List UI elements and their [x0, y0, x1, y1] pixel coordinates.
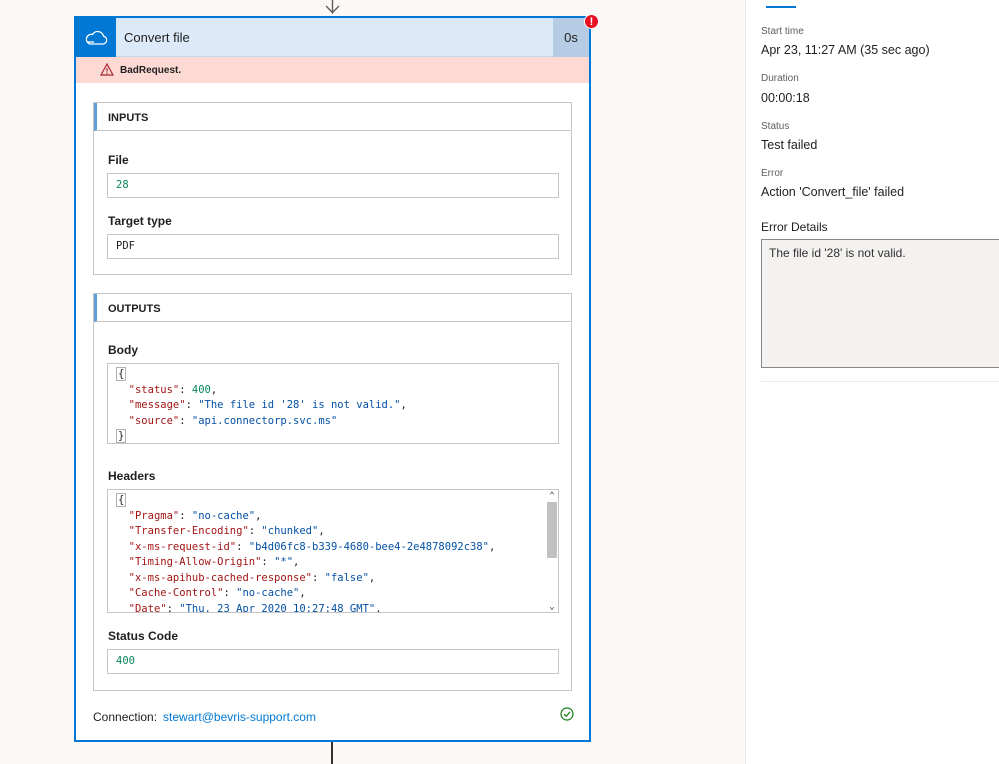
file-value: 28	[107, 173, 559, 198]
card-title: Convert file	[124, 30, 190, 45]
status-value: Test failed	[761, 138, 818, 152]
duration-value: 00:00:18	[761, 91, 810, 105]
scroll-down-icon[interactable]: ⌄	[546, 601, 558, 612]
panel-divider	[761, 381, 999, 382]
headers-label: Headers	[108, 469, 156, 483]
error-banner: BadRequest.	[76, 57, 589, 83]
panel-tab-indicator[interactable]	[766, 6, 796, 8]
outputs-section: OUTPUTS Body { "status": 400, "message":…	[93, 293, 572, 691]
error-details-label: Error Details	[761, 220, 828, 234]
headers-scrollbar[interactable]: ⌃ ⌄	[546, 490, 558, 612]
error-message: BadRequest.	[120, 65, 182, 76]
status-label: Status	[761, 121, 790, 132]
connection-account-link[interactable]: stewart@bevris-support.com	[163, 710, 316, 724]
body-json: { "status": 400, "message": "The file id…	[107, 363, 559, 444]
outputs-heading: OUTPUTS	[94, 294, 571, 322]
error-label: Error	[761, 168, 784, 179]
flow-connector-top	[325, 0, 340, 14]
connection-info: Connection: stewart@bevris-support.com	[93, 710, 316, 724]
arrow-down-icon	[325, 0, 340, 14]
status-code-label: Status Code	[108, 629, 179, 643]
target-type-label: Target type	[108, 214, 172, 228]
body-label: Body	[108, 343, 138, 357]
connection-label: Connection:	[93, 710, 158, 724]
action-card[interactable]: Convert file 0s ! BadRequest. INPUTS Fil…	[74, 14, 599, 742]
card-header[interactable]: Convert file 0s	[76, 18, 589, 57]
run-details-panel: Start time Apr 23, 11:27 AM (35 sec ago)…	[745, 0, 999, 764]
scrollbar-thumb[interactable]	[547, 502, 557, 558]
inputs-heading: INPUTS	[94, 103, 571, 131]
scroll-up-icon[interactable]: ⌃	[546, 490, 558, 502]
inputs-section: INPUTS File 28 Target type PDF	[93, 102, 572, 275]
start-time-value: Apr 23, 11:27 AM (35 sec ago)	[761, 43, 930, 57]
error-value: Action 'Convert_file' failed	[761, 185, 905, 199]
warning-triangle-icon	[100, 63, 114, 76]
file-label: File	[108, 153, 129, 167]
headers-json[interactable]: { "Pragma": "no-cache", "Transfer-Encodi…	[107, 489, 559, 613]
error-badge-icon: !	[584, 14, 599, 29]
start-time-label: Start time	[761, 26, 804, 37]
check-circle-icon	[560, 707, 574, 721]
onedrive-cloud-icon	[76, 18, 116, 57]
target-type-value: PDF	[107, 234, 559, 259]
duration-label: Duration	[761, 73, 799, 84]
status-code-value: 400	[107, 649, 559, 674]
error-details-box[interactable]: The file id '28' is not valid.	[761, 239, 999, 368]
flow-connector-bottom	[331, 742, 333, 764]
